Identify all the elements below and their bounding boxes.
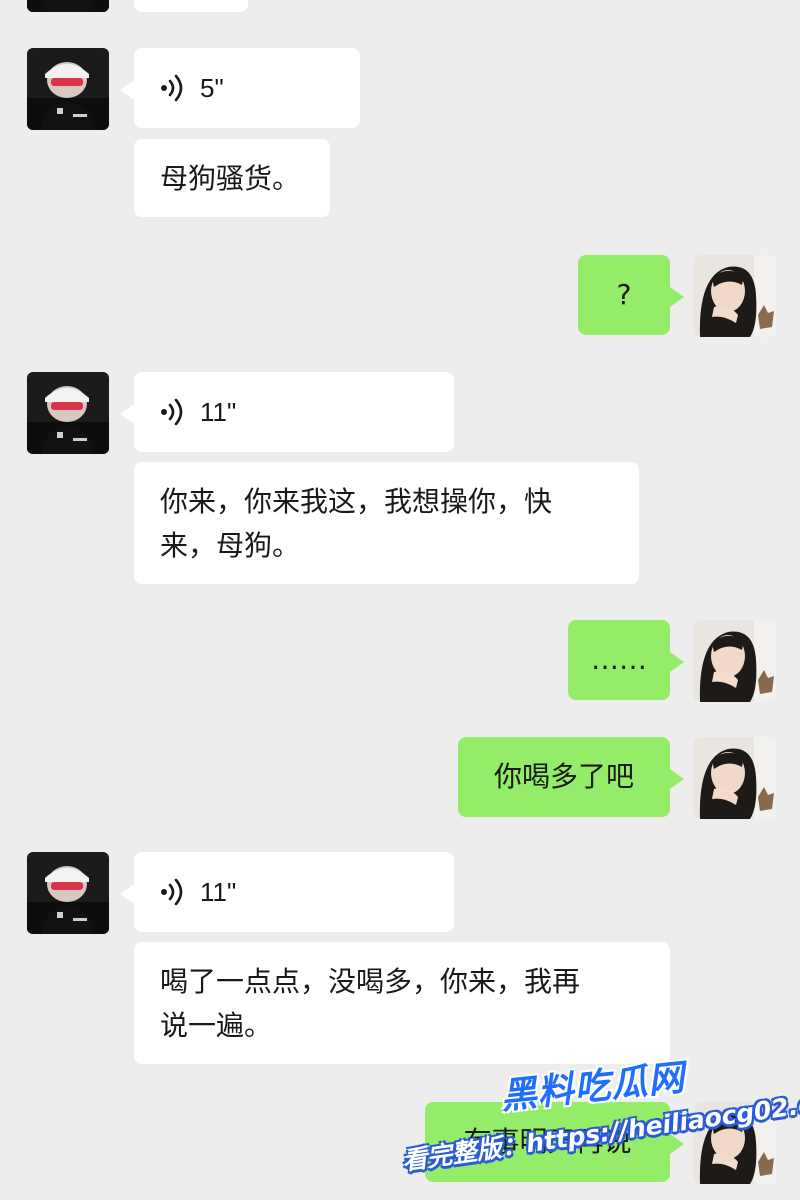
my-message-bubble[interactable]: …… (568, 620, 684, 700)
message-text: 母狗骚货。 (160, 162, 301, 195)
voice-duration: 5" (200, 73, 224, 103)
voice-duration: 11" (200, 397, 237, 427)
voice-duration: 11" (200, 877, 237, 907)
message-text-line: 说一遍。 (160, 1009, 273, 1042)
my-message-bubble[interactable]: ? (578, 255, 684, 335)
message-text: …… (591, 643, 647, 676)
message-bubble[interactable]: 喝了一点点，没喝多，你来，我再 说一遍。 (134, 942, 670, 1064)
message-text-line: 喝了一点点，没喝多，你来，我再 (160, 965, 581, 998)
voice-message[interactable]: 11" (120, 372, 454, 452)
message-text: ? (616, 278, 632, 311)
contact-avatar[interactable] (27, 852, 109, 934)
voice-wave-icon (160, 73, 186, 103)
voice-message[interactable]: 11" (120, 852, 454, 932)
contact-avatar[interactable] (27, 48, 109, 130)
message-bubble-cutoff (134, 0, 248, 12)
message-bubble[interactable]: 你来，你来我这，我想操你，快 来，母狗。 (134, 462, 639, 584)
voice-wave-icon (160, 877, 186, 907)
message-text-line: 你来，你来我这，我想操你，快 (160, 485, 553, 518)
message-text: 你喝多了吧 (493, 760, 634, 793)
contact-avatar[interactable] (27, 372, 109, 454)
message-text-line: 来，母狗。 (160, 529, 301, 562)
voice-message[interactable]: 5" (120, 48, 360, 128)
my-avatar[interactable] (694, 255, 776, 337)
voice-wave-icon (160, 397, 186, 427)
my-avatar[interactable] (694, 620, 776, 702)
my-avatar[interactable] (694, 737, 776, 819)
message-bubble[interactable]: 母狗骚货。 (134, 139, 330, 217)
avatar-top-cutoff[interactable] (27, 0, 109, 12)
my-message-bubble[interactable]: 你喝多了吧 (458, 737, 684, 817)
